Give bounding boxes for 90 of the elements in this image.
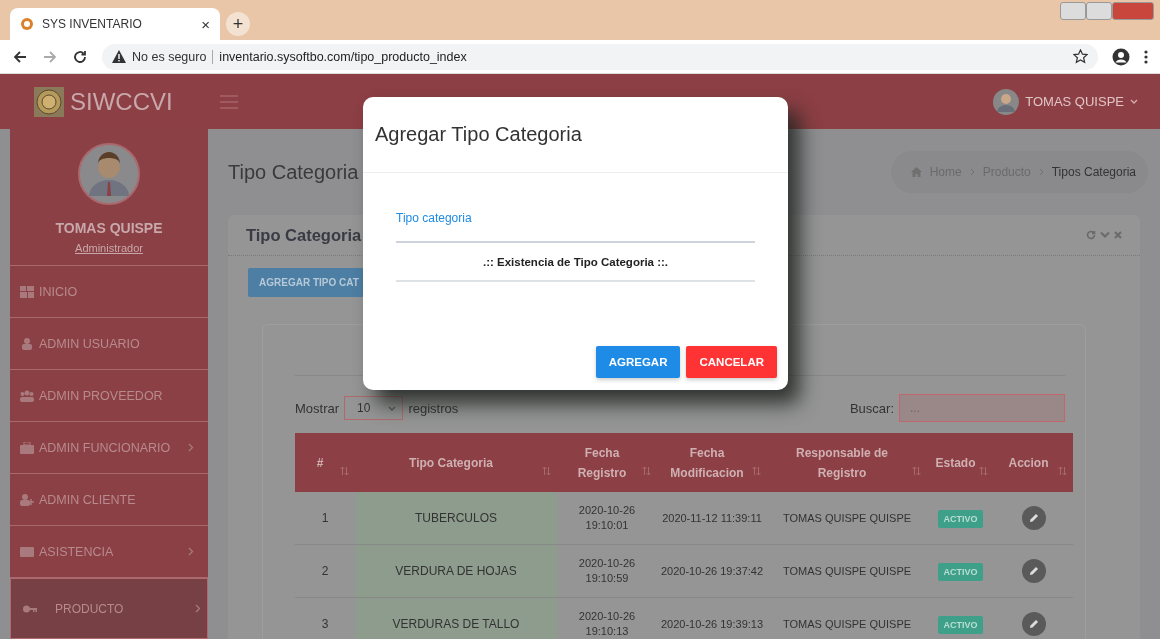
column-header[interactable]: Accion [994, 433, 1073, 492]
pencil-icon [1028, 619, 1039, 629]
column-header[interactable]: Fecha Registro [557, 433, 657, 492]
length-suffix: registros [408, 400, 459, 416]
star-icon[interactable] [1073, 49, 1088, 64]
id-card-icon [20, 545, 34, 558]
column-header[interactable]: Estado [927, 433, 994, 492]
edit-button[interactable] [1021, 506, 1046, 530]
table-cell: TOMAS QUISPE QUISPE [767, 544, 927, 598]
sidebar-item[interactable]: INICIO [10, 266, 208, 318]
column-header[interactable]: Fecha Modificacion [657, 433, 767, 492]
table-cell: 2 [295, 544, 355, 598]
sort-icon [340, 466, 349, 476]
user-icon [20, 337, 34, 350]
address-bar[interactable]: No es seguro inventario.sysoftbo.com/tipo_producto_index [102, 43, 1098, 70]
input-field[interactable]: Tipo categoria [396, 211, 755, 243]
logo-icon [34, 86, 64, 117]
pencil-icon [1028, 566, 1039, 576]
sort-icon [542, 466, 551, 476]
column-header[interactable]: # [295, 433, 355, 492]
close-tab-button[interactable]: × [201, 15, 210, 33]
table-cell: 1 [295, 492, 355, 545]
avatar-icon [993, 88, 1020, 115]
user-plus-icon [20, 493, 34, 506]
search-field[interactable]: ... [899, 394, 1065, 422]
caret-icon [1130, 98, 1138, 105]
user-menu[interactable]: TOMAS QUISPE [993, 88, 1138, 115]
back-icon[interactable] [12, 48, 28, 65]
sort-icon [752, 466, 761, 476]
pencil-icon [1028, 513, 1039, 523]
status-badge: ACTIVO [938, 616, 983, 634]
cancel-button[interactable]: CANCELAR [686, 346, 777, 378]
sidebar-item[interactable]: ADMIN PROVEEDOR [10, 370, 208, 422]
length-select[interactable]: 10 [344, 396, 404, 420]
avatar-icon [77, 142, 141, 206]
column-header[interactable]: Tipo Categoria [355, 433, 557, 492]
table-cell: 2020-10-26 19:37:42 [657, 544, 767, 598]
notice-text: .:: Existencia de Tipo Categoria ::. [396, 243, 755, 282]
dashboard-icon [20, 285, 34, 298]
sidebar-item[interactable]: ADMIN USUARIO [10, 318, 208, 370]
table-cell: VERDURA DE HOJAS [355, 544, 557, 598]
briefcase-icon [20, 441, 34, 454]
column-header[interactable]: Responsable de Registro [767, 433, 927, 492]
sidebar-item[interactable]: ADMIN FUNCIONARIO [10, 422, 208, 474]
brand-name: SIWCCVI [70, 87, 173, 116]
chevron-icon [195, 604, 201, 613]
warning-icon [112, 50, 126, 63]
status-badge: ACTIVO [938, 563, 983, 581]
length-label: Mostrar [295, 400, 340, 416]
browser-tab[interactable]: SYS INVENTARIO × [10, 8, 220, 40]
chevron-icon [1038, 168, 1044, 176]
security-label: No es seguro [132, 49, 214, 64]
add-button[interactable]: AGREGAR [595, 346, 681, 378]
users-icon [20, 389, 34, 402]
edit-button[interactable] [1021, 612, 1046, 636]
new-tab-button[interactable]: + [226, 12, 250, 36]
search-label: Buscar: [849, 400, 894, 416]
table-cell: TUBERCULOS [355, 492, 557, 545]
account-icon[interactable] [1112, 47, 1130, 66]
chevron-icon [188, 547, 194, 556]
menu-icon[interactable] [1144, 48, 1148, 65]
sort-icon [912, 466, 921, 476]
logo-icon [20, 17, 34, 31]
sort-icon [1058, 466, 1067, 476]
home-icon [910, 167, 922, 177]
table-cell: 2020-10-26 19:10:01 [557, 492, 657, 545]
chevron-icon [188, 443, 194, 452]
edit-button[interactable] [1021, 559, 1046, 583]
table-cell: 3 [295, 597, 355, 639]
user-name: TOMAS QUISPE [55, 220, 163, 236]
page-title: Tipo Categoria [228, 160, 359, 184]
sidebar-item[interactable]: ADMIN CLIENTE [10, 474, 208, 526]
window-controls[interactable] [1060, 2, 1154, 20]
dialog-title: Agregar Tipo Categoria [375, 123, 582, 146]
url-text: inventario.sysoftbo.com/tipo_producto_index [219, 49, 468, 64]
table-cell: 2020-10-26 19:10:59 [557, 544, 657, 598]
table-cell: VERDURAS DE TALLO [355, 597, 557, 639]
table-cell: 2020-10-26 19:10:13 [557, 597, 657, 639]
chevron-icon [969, 168, 975, 176]
table-cell: TOMAS QUISPE QUISPE [767, 492, 927, 545]
sidebar-item[interactable]: PRODUCTO [10, 578, 208, 639]
reload-icon[interactable] [72, 48, 88, 65]
caret-icon [388, 405, 397, 411]
role-link[interactable]: Administrador [75, 242, 143, 254]
sort-icon [979, 466, 988, 476]
table-cell: 2020-11-12 11:39:11 [657, 492, 767, 545]
card-title: Tipo Categoria [246, 225, 362, 245]
status-badge: ACTIVO [938, 510, 983, 528]
tab-title: SYS INVENTARIO [42, 17, 143, 31]
sort-icon [642, 466, 651, 476]
